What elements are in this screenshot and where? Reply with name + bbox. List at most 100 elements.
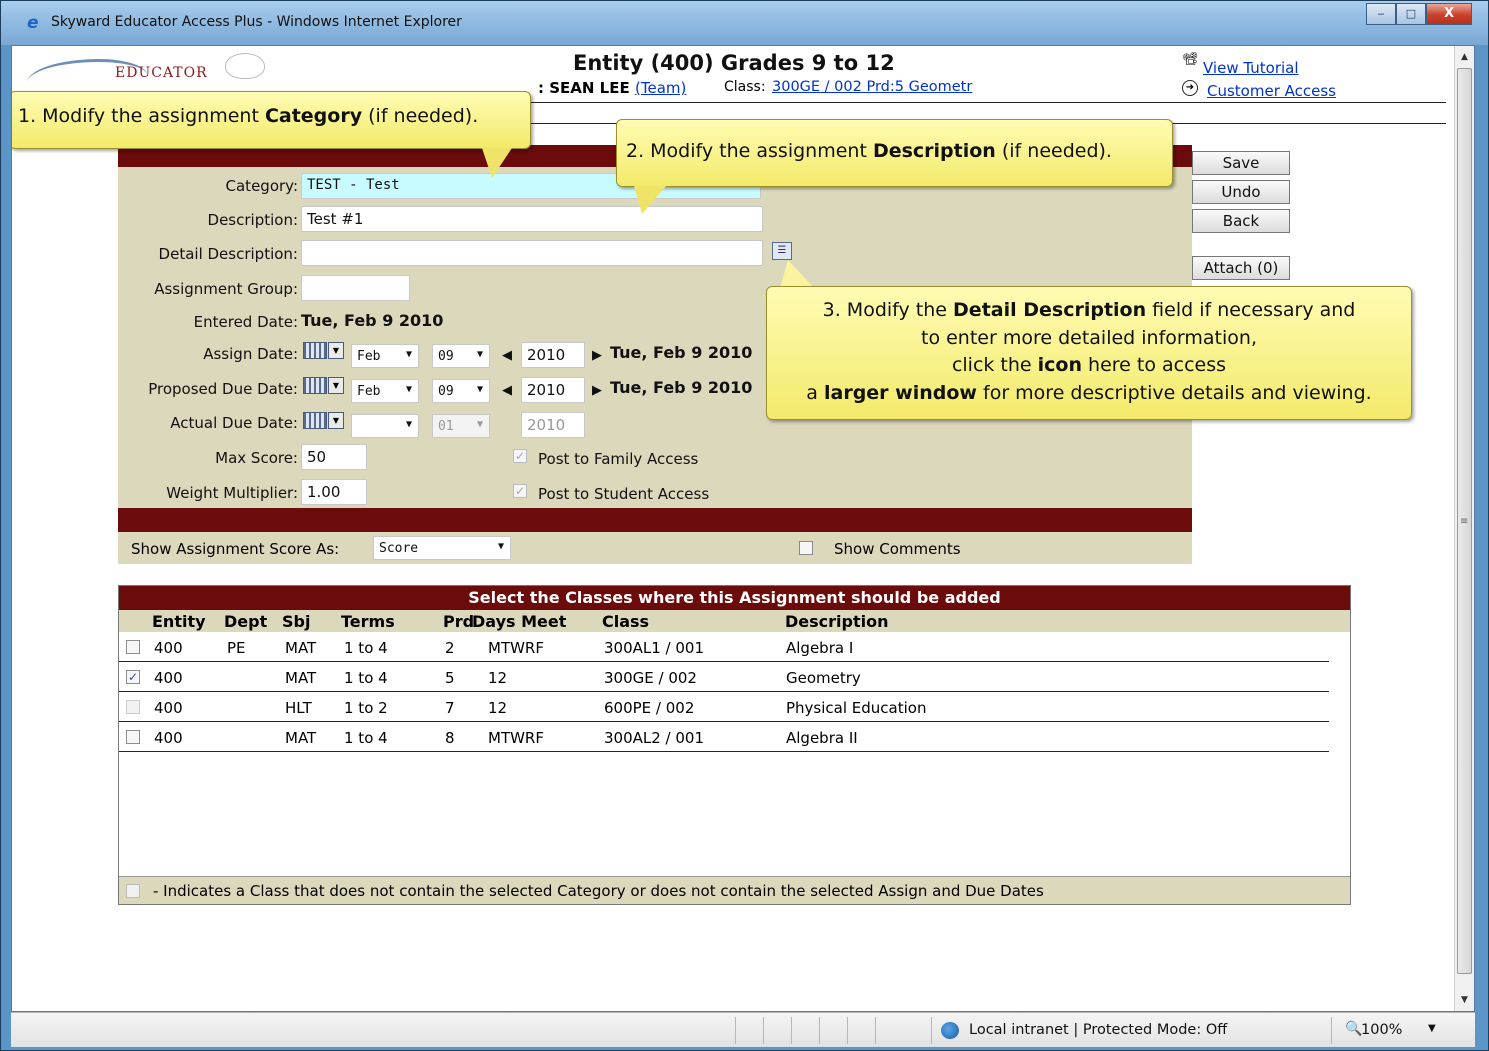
callout-3-line-4-text: a xyxy=(806,381,824,404)
save-button[interactable]: Save xyxy=(1192,151,1290,175)
assign-day-select[interactable]: 09 ▼ xyxy=(432,344,490,368)
cell-terms: 1 to 2 xyxy=(344,699,388,717)
detail-description-label: Detail Description: xyxy=(158,245,298,263)
back-button[interactable]: Back xyxy=(1192,209,1290,233)
actual-calendar-icon[interactable]: ▼ xyxy=(303,411,345,431)
team-link[interactable]: (Team) xyxy=(635,79,686,97)
row-checkbox[interactable] xyxy=(126,640,140,654)
table-row[interactable]: 400 MAT 1 to 4 8 MTWRF 300AL2 / 001 Alge… xyxy=(119,722,1329,752)
row-checkbox[interactable] xyxy=(126,730,140,744)
detail-description-field[interactable] xyxy=(301,240,763,266)
max-score-field[interactable]: 50 xyxy=(301,444,367,470)
close-button[interactable]: X xyxy=(1426,3,1472,25)
chevron-down-icon: ▼ xyxy=(405,349,412,360)
col-days-meet: Days Meet xyxy=(472,612,567,631)
cell-dept: PE xyxy=(227,639,246,657)
view-tutorial-link[interactable]: View Tutorial xyxy=(1203,59,1299,77)
cell-days: MTWRF xyxy=(488,729,544,747)
actual-year-field[interactable]: 2010 xyxy=(521,412,585,438)
cell-prd: 7 xyxy=(445,699,455,717)
zoom-level[interactable]: 100% xyxy=(1361,1022,1402,1038)
scroll-down-icon[interactable]: ▼ xyxy=(1455,991,1474,1009)
cell-desc: Algebra I xyxy=(786,639,854,657)
cell-desc: Geometry xyxy=(786,669,861,687)
callout-3-bold: Detail Description xyxy=(953,299,1147,321)
proposed-day-select[interactable]: 09 ▼ xyxy=(432,379,490,403)
projector-icon: 📽 xyxy=(1182,52,1199,67)
security-zone[interactable]: Local intranet | Protected Mode: Off xyxy=(969,1022,1227,1038)
show-comments-label: Show Comments xyxy=(834,540,961,558)
undo-button[interactable]: Undo xyxy=(1192,180,1290,204)
callout-detail-description: 3. Modify the Detail Description field i… xyxy=(766,286,1412,420)
cell-sbj: MAT xyxy=(285,669,317,687)
table-row[interactable]: 400 HLT 1 to 2 7 12 600PE / 002 Physical… xyxy=(119,692,1329,722)
cell-terms: 1 to 4 xyxy=(344,639,388,657)
cell-prd: 5 xyxy=(445,669,455,687)
assign-date-text: Tue, Feb 9 2010 xyxy=(610,343,753,362)
cell-days: 12 xyxy=(488,699,508,717)
col-terms: Terms xyxy=(341,612,395,631)
show-score-select[interactable]: Score ▼ xyxy=(373,536,511,560)
assign-month-select[interactable]: Feb ▼ xyxy=(351,344,419,368)
status-separator xyxy=(1331,1017,1332,1044)
chevron-down-icon: ▼ xyxy=(476,419,483,430)
proposed-calendar-icon[interactable]: ▼ xyxy=(303,376,345,396)
col-entity: Entity xyxy=(152,612,206,631)
attach-button[interactable]: Attach (0) xyxy=(1192,256,1290,280)
class-link[interactable]: 300GE / 002 Prd:5 Geometr xyxy=(772,79,972,95)
actual-month-select[interactable]: ▼ xyxy=(351,414,419,438)
post-student-label: Post to Student Access xyxy=(538,485,710,503)
assignment-group-field[interactable] xyxy=(301,275,410,301)
callout-category: 1. Modify the assignment Category (if ne… xyxy=(12,91,531,149)
assign-year-field[interactable]: 2010 xyxy=(521,342,585,368)
description-field[interactable]: Test #1 xyxy=(301,206,763,232)
cell-prd: 8 xyxy=(445,729,455,747)
scroll-up-icon[interactable]: ▲ xyxy=(1455,48,1474,66)
callout-2-text-end: (if needed). xyxy=(995,140,1112,162)
weight-field[interactable]: 1.00 xyxy=(301,479,367,505)
ie-window: e Skyward Educator Access Plus - Windows… xyxy=(0,0,1489,1051)
status-separator xyxy=(819,1017,820,1044)
cell-sbj: HLT xyxy=(285,699,312,717)
callout-3-line-4-end: for more descriptive details and viewing… xyxy=(976,381,1372,404)
post-family-label: Post to Family Access xyxy=(538,450,699,468)
proposed-date-text: Tue, Feb 9 2010 xyxy=(610,378,753,397)
row-checkbox[interactable] xyxy=(126,700,140,714)
maximize-button[interactable]: □ xyxy=(1396,3,1426,25)
weight-label: Weight Multiplier: xyxy=(166,484,298,502)
chevron-down-icon: ▼ xyxy=(405,419,412,430)
status-separator xyxy=(763,1017,764,1044)
table-row[interactable]: ✓ 400 MAT 1 to 4 5 12 300GE / 002 Geomet… xyxy=(119,662,1329,692)
next-year-icon[interactable]: ▶ xyxy=(592,348,602,363)
table-row[interactable]: 400 PE MAT 1 to 4 2 MTWRF 300AL1 / 001 A… xyxy=(119,632,1329,662)
proposed-month-value: Feb xyxy=(357,384,381,399)
classes-column-headers: Entity Dept Sbj Terms Prd Days Meet Clas… xyxy=(119,610,1350,632)
show-comments-checkbox[interactable] xyxy=(799,541,813,555)
educator-logo: EDUCATOR xyxy=(17,49,267,89)
minimize-button[interactable]: ‒ xyxy=(1366,3,1396,25)
vertical-scrollbar[interactable]: ▲ ≡ ▼ xyxy=(1454,46,1474,1011)
customer-access-link[interactable]: Customer Access xyxy=(1207,82,1336,100)
classes-table-title: Select the Classes where this Assignment… xyxy=(119,586,1350,610)
zoom-dropdown-icon[interactable]: ▼ xyxy=(1428,1023,1436,1034)
status-separator xyxy=(735,1017,736,1044)
assign-calendar-icon[interactable]: ▼ xyxy=(303,341,345,361)
callout-3-line-4: a larger window for more descriptive det… xyxy=(767,380,1411,408)
proposed-year-field[interactable]: 2010 xyxy=(521,377,585,403)
post-student-checkbox[interactable]: ✓ xyxy=(513,484,527,498)
proposed-due-label: Proposed Due Date: xyxy=(148,380,298,398)
entered-date-value: Tue, Feb 9 2010 xyxy=(301,311,444,330)
actual-day-select[interactable]: 01 ▼ xyxy=(432,414,490,438)
status-separator xyxy=(875,1017,876,1044)
prev-year-icon[interactable]: ◀ xyxy=(502,383,512,398)
detail-description-expand-icon[interactable]: ☰ xyxy=(772,242,792,260)
row-checkbox[interactable]: ✓ xyxy=(126,670,140,684)
prev-year-icon[interactable]: ◀ xyxy=(502,348,512,363)
cell-class: 300AL2 / 001 xyxy=(604,729,705,747)
status-bar: Local intranet | Protected Mode: Off 🔍 1… xyxy=(11,1012,1475,1047)
next-year-icon[interactable]: ▶ xyxy=(592,383,602,398)
status-separator xyxy=(847,1017,848,1044)
post-family-checkbox[interactable]: ✓ xyxy=(513,449,527,463)
proposed-month-select[interactable]: Feb ▼ xyxy=(351,379,419,403)
scroll-grip-icon: ≡ xyxy=(1460,516,1469,527)
